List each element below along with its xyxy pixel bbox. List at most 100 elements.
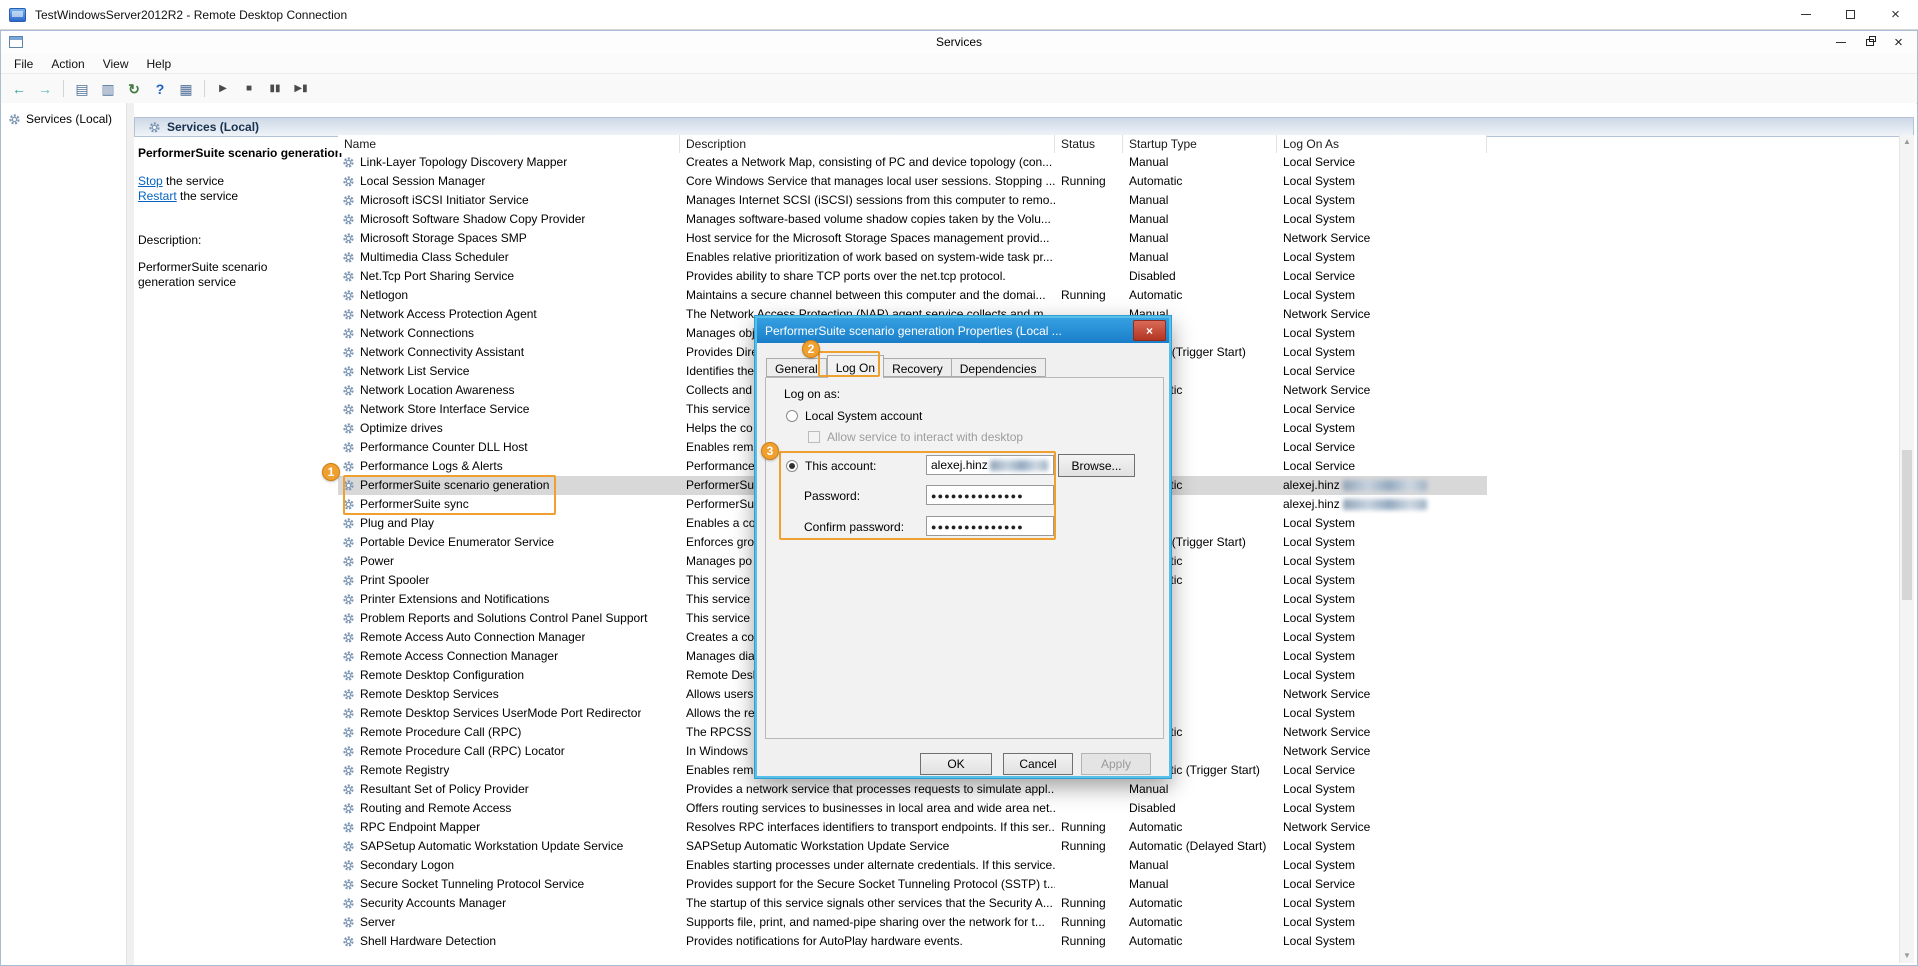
service-row[interactable]: Microsoft Software Shadow Copy ProviderM… (338, 210, 1487, 229)
show-console-tree-button[interactable]: ▤ (70, 77, 94, 100)
maximize-icon (1846, 10, 1855, 19)
service-row[interactable]: Security Accounts ManagerThe startup of … (338, 894, 1487, 913)
service-description-text: PerformerSuite scenario generation servi… (138, 260, 316, 290)
service-name-text: Power (360, 552, 394, 571)
local-system-account-option[interactable]: Local System account (786, 409, 922, 423)
column-header-status[interactable]: Status (1055, 135, 1123, 153)
tab-dependencies[interactable]: Dependencies (952, 358, 1046, 377)
service-row[interactable]: Multimedia Class SchedulerEnables relati… (338, 248, 1487, 267)
service-logon-cell: Local System (1277, 533, 1487, 552)
export-list-button[interactable]: ▥ (96, 77, 120, 100)
service-row[interactable]: Secondary LogonEnables starting processe… (338, 856, 1487, 875)
stop-service-link[interactable]: Stop (138, 174, 163, 188)
service-status-cell (1055, 856, 1123, 875)
confirm-password-label: Confirm password: (804, 520, 904, 534)
service-status-cell: Running (1055, 837, 1123, 856)
service-row[interactable]: Net.Tcp Port Sharing ServiceProvides abi… (338, 267, 1487, 286)
radio-this-account[interactable] (786, 460, 798, 472)
menu-help[interactable]: Help (138, 55, 181, 73)
password-dots: ●●●●●●●●●●●●●● (931, 491, 1024, 501)
service-startup-type-cell: Manual (1123, 153, 1277, 172)
service-row[interactable]: Resultant Set of Policy ProviderProvides… (338, 780, 1487, 799)
service-logon-cell: Local System (1277, 704, 1487, 723)
radio-local-system[interactable] (786, 410, 798, 422)
help-button[interactable]: ? (148, 77, 172, 100)
column-header-log-on-as[interactable]: Log On As (1277, 135, 1487, 153)
stop-service-button[interactable]: ■ (237, 77, 261, 100)
scrollbar-thumb[interactable] (1902, 450, 1912, 600)
service-gear-icon (342, 916, 355, 929)
service-row[interactable]: Microsoft iSCSI Initiator ServiceManages… (338, 191, 1487, 210)
dialog-titlebar[interactable]: PerformerSuite scenario generation Prope… (757, 318, 1169, 343)
scroll-down-icon[interactable]: ▼ (1900, 949, 1914, 963)
menu-view[interactable]: View (94, 55, 138, 73)
pause-service-button[interactable]: ▮▮ (263, 77, 287, 100)
redacted-account-text (990, 460, 1048, 471)
confirm-password-input[interactable]: ●●●●●●●●●●●●●● (926, 516, 1054, 536)
service-row[interactable]: Routing and Remote AccessOffers routing … (338, 799, 1487, 818)
dialog-close-button[interactable]: × (1133, 320, 1166, 341)
rdp-maximize-button[interactable] (1828, 0, 1873, 29)
forward-button[interactable]: → (33, 77, 57, 100)
logon-as-text: Local System (1283, 915, 1355, 929)
start-service-icon: ▶ (219, 84, 227, 94)
service-row[interactable]: Shell Hardware DetectionProvides notific… (338, 932, 1487, 951)
restart-service-link[interactable]: Restart (138, 189, 177, 203)
rdp-close-button[interactable]: × (1873, 0, 1918, 29)
console-tree-panel: Services (Local) (1, 103, 127, 965)
password-input[interactable]: ●●●●●●●●●●●●●● (926, 485, 1054, 505)
service-row[interactable]: Microsoft Storage Spaces SMPHost service… (338, 229, 1487, 248)
password-label: Password: (804, 489, 860, 503)
service-logon-cell: Local System (1277, 799, 1487, 818)
service-row[interactable]: RPC Endpoint MapperResolves RPC interfac… (338, 818, 1487, 837)
service-row[interactable]: SAPSetup Automatic Workstation Update Se… (338, 837, 1487, 856)
cancel-button[interactable]: Cancel (1003, 753, 1073, 775)
browse-button[interactable]: Browse... (1058, 454, 1135, 477)
logon-as-text: Local Service (1283, 269, 1355, 283)
rdp-app-icon (9, 8, 26, 22)
service-row[interactable]: NetlogonMaintains a secure channel betwe… (338, 286, 1487, 305)
service-gear-icon (342, 327, 355, 340)
menu-action[interactable]: Action (42, 55, 93, 73)
service-logon-cell: alexej.hinz (1277, 495, 1487, 514)
service-description-cell: Enables starting processes under alterna… (680, 856, 1055, 875)
services-gear-icon (148, 121, 161, 134)
service-logon-cell: Local System (1277, 343, 1487, 362)
this-account-option[interactable]: This account: (786, 459, 876, 473)
tree-node-services-local[interactable]: Services (Local) (8, 112, 126, 126)
service-row[interactable]: Secure Socket Tunneling Protocol Service… (338, 875, 1487, 894)
service-gear-icon (342, 688, 355, 701)
services-minimize-button[interactable] (1826, 32, 1855, 52)
account-input[interactable]: alexej.hinz (926, 455, 1054, 475)
service-logon-cell: Network Service (1277, 723, 1487, 742)
column-header-description[interactable]: Description (680, 135, 1055, 153)
service-row[interactable]: Local Session ManagerCore Windows Servic… (338, 172, 1487, 191)
tab-log-on[interactable]: Log On (827, 355, 884, 378)
service-row[interactable]: ServerSupports file, print, and named-pi… (338, 913, 1487, 932)
service-status-cell (1055, 780, 1123, 799)
column-header-name[interactable]: Name (338, 135, 680, 153)
logon-as-text: Network Service (1283, 725, 1370, 739)
column-header-startup-type[interactable]: Startup Type (1123, 135, 1277, 153)
ok-button[interactable]: OK (920, 753, 992, 775)
service-name-cell: Link-Layer Topology Discovery Mapper (338, 153, 680, 172)
rdp-minimize-button[interactable] (1783, 0, 1828, 29)
service-logon-cell: Local System (1277, 590, 1487, 609)
services-close-button[interactable]: × (1884, 32, 1913, 52)
services-window-title: Services (1, 35, 1917, 49)
tab-general[interactable]: General (766, 358, 827, 377)
scroll-up-icon[interactable]: ▲ (1900, 135, 1914, 149)
menu-file[interactable]: File (5, 55, 42, 73)
list-vertical-scrollbar[interactable]: ▲ ▼ (1899, 135, 1914, 963)
back-button[interactable]: ← (7, 77, 31, 100)
start-service-button[interactable]: ▶ (211, 77, 235, 100)
properties-window-button[interactable]: ▦ (174, 77, 198, 100)
service-row[interactable]: Link-Layer Topology Discovery MapperCrea… (338, 153, 1487, 172)
refresh-button[interactable]: ↻ (122, 77, 146, 100)
services-restore-button[interactable] (1855, 32, 1884, 52)
logon-as-text: Local System (1283, 212, 1355, 226)
restart-service-button[interactable]: ▶▮ (289, 77, 313, 100)
this-account-label: This account: (805, 459, 876, 473)
logon-as-text: Local System (1283, 535, 1355, 549)
tab-recovery[interactable]: Recovery (884, 358, 952, 377)
